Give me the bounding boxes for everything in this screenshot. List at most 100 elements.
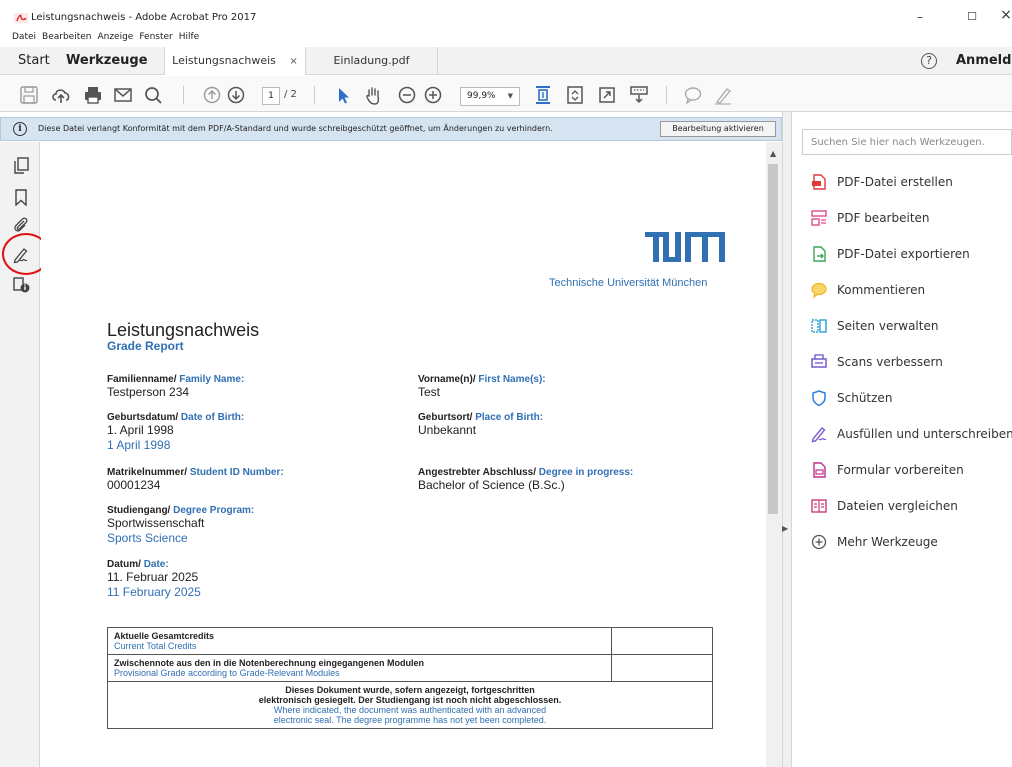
label-de: Angestrebter Abschluss/ [418,467,536,478]
tab-document-leistungsnachweis[interactable]: Leistungsnachweis × [164,47,306,75]
label-en: Family Name: [179,374,245,385]
sign-icon[interactable] [712,84,734,106]
maximize-button[interactable]: ☐ [962,10,982,23]
page-number-input[interactable]: 1 [262,87,280,105]
prepare-form-icon [813,462,826,478]
menu-hilfe[interactable]: Hilfe [179,32,199,46]
scroll-up-icon[interactable]: ▲ [770,149,776,158]
tool-edit-pdf[interactable]: PDF bearbeiten [810,207,930,229]
row-label-en: Current Total Credits [114,641,197,651]
menu-bearbeiten[interactable]: Bearbeiten [42,32,91,46]
fill-sign-icon [811,427,827,443]
field-degree-program: Studiengang/ Degree Program: Sportwissen… [107,505,254,546]
menu-anzeige[interactable]: Anzeige [97,32,133,46]
search-icon[interactable] [142,84,164,106]
page-thumbnails-icon[interactable] [12,156,30,174]
table-row: Aktuelle Gesamtcredits Current Total Cre… [107,627,713,655]
value: 11. Februar 2025 [107,570,199,584]
scrollbar-thumb[interactable] [768,164,778,514]
organize-pages-icon [811,319,827,333]
more-tools-icon [811,534,827,550]
row-label-de: Zwischennote aus den in die Notenberechn… [114,658,425,668]
tool-more-tools[interactable]: Mehr Werkzeuge [810,531,938,553]
scroll-mode-icon[interactable] [564,84,586,106]
tool-organize-pages[interactable]: Seiten verwalten [810,315,938,337]
zoom-value: 99,9% [467,91,496,101]
export-pdf-icon [813,246,826,262]
note-en-line-2: electronic seal. The degree programme ha… [273,715,547,725]
acrobat-app-icon [14,13,28,23]
collapse-right-panel-icon[interactable]: ▶ [782,524,788,533]
print-icon[interactable] [82,84,104,106]
vertical-scrollbar[interactable]: ▲ [766,142,782,767]
menu-bar: Datei Bearbeiten Anzeige Fenster Hilfe [0,32,199,46]
enable-editing-button[interactable]: Bearbeitung aktivieren [660,121,776,137]
zoom-out-icon[interactable] [396,84,418,106]
bookmark-icon[interactable] [12,188,30,207]
tab-tools[interactable]: Werkzeuge [66,53,148,68]
fit-page-icon[interactable] [532,84,554,106]
tool-label: Kommentieren [837,283,926,297]
menu-datei[interactable]: Datei [12,32,36,46]
label-en: First Name(s): [478,374,546,385]
read-mode-icon[interactable] [628,84,650,106]
tab-label: Leistungsnachweis [172,54,276,67]
close-window-button[interactable]: × [996,7,1012,23]
field-birth-place: Geburtsort/ Place of Birth: Unbekannt [418,412,543,438]
tab-start[interactable]: Start [18,53,50,68]
minimize-button[interactable]: – [910,10,930,24]
tool-label: Mehr Werkzeuge [837,535,938,549]
tool-create-pdf[interactable]: PDF-Datei erstellen [810,171,953,193]
page-up-icon[interactable] [201,84,223,106]
tool-label: PDF bearbeiten [837,211,930,225]
tool-protect[interactable]: Schützen [810,387,892,409]
attachment-icon[interactable] [12,216,30,234]
title-bar: Leistungsnachweis - Adobe Acrobat Pro 20… [0,0,1012,30]
upload-cloud-icon[interactable] [50,84,72,106]
document-view[interactable]: Technische Universität München Leistungs… [41,142,766,767]
label-de: Geburtsdatum/ [107,412,179,423]
table-cell-value [611,627,713,655]
tool-label: PDF-Datei exportieren [837,247,970,261]
university-name: Technische Universität München [549,277,708,289]
note-de-line-2: elektronisch gesiegelt. Der Studiengang … [258,695,562,705]
label-de: Familienname/ [107,374,177,385]
document-subtitle: Grade Report [107,339,184,353]
tab-label: Einladung.pdf [333,54,410,67]
security-info-icon[interactable] [12,275,30,293]
label-en: Degree Program: [173,505,255,516]
panel-divider[interactable] [782,112,792,767]
full-screen-icon[interactable] [596,84,618,106]
save-icon[interactable] [18,84,40,106]
tool-fill-sign[interactable]: Ausfüllen und unterschreiben [810,423,1012,445]
toolbar-separator [183,86,184,104]
tool-enhance-scans[interactable]: Scans verbessern [810,351,943,373]
signin-button[interactable]: Anmelden [956,53,1012,68]
help-icon[interactable]: ? [921,53,937,69]
mail-icon[interactable] [112,84,134,106]
tool-label: Dateien vergleichen [837,499,958,513]
value-en: Sports Science [107,531,188,545]
comment-icon[interactable] [682,84,704,106]
table-cell: Aktuelle Gesamtcredits Current Total Cre… [107,627,612,655]
tool-export-pdf[interactable]: PDF-Datei exportieren [810,243,970,265]
hand-icon[interactable] [362,84,384,106]
table-cell-value [611,654,713,682]
table-cell: Zwischennote aus den in die Notenberechn… [107,654,612,682]
tab-close-icon[interactable]: × [289,56,297,67]
tool-prepare-form[interactable]: Formular vorbereiten [810,459,964,481]
page-down-icon[interactable] [225,84,247,106]
tool-comment[interactable]: Kommentieren [810,279,925,301]
tool-label: Schützen [837,391,893,405]
tool-compare-files[interactable]: Dateien vergleichen [810,495,958,517]
label-en: Date of Birth: [180,412,245,423]
tool-search-input[interactable]: Suchen Sie hier nach Werkzeugen. [802,129,1012,155]
zoom-in-icon[interactable] [422,84,444,106]
zoom-select[interactable]: 99,9% ▼ [460,87,520,106]
compare-files-icon [811,499,827,513]
label-en: Date: [143,559,169,570]
menu-fenster[interactable]: Fenster [139,32,172,46]
tab-document-einladung[interactable]: Einladung.pdf [306,47,438,75]
select-arrow-icon[interactable] [332,84,354,106]
toolbar: 1 / 2 99,9% ▼ [0,76,1012,112]
